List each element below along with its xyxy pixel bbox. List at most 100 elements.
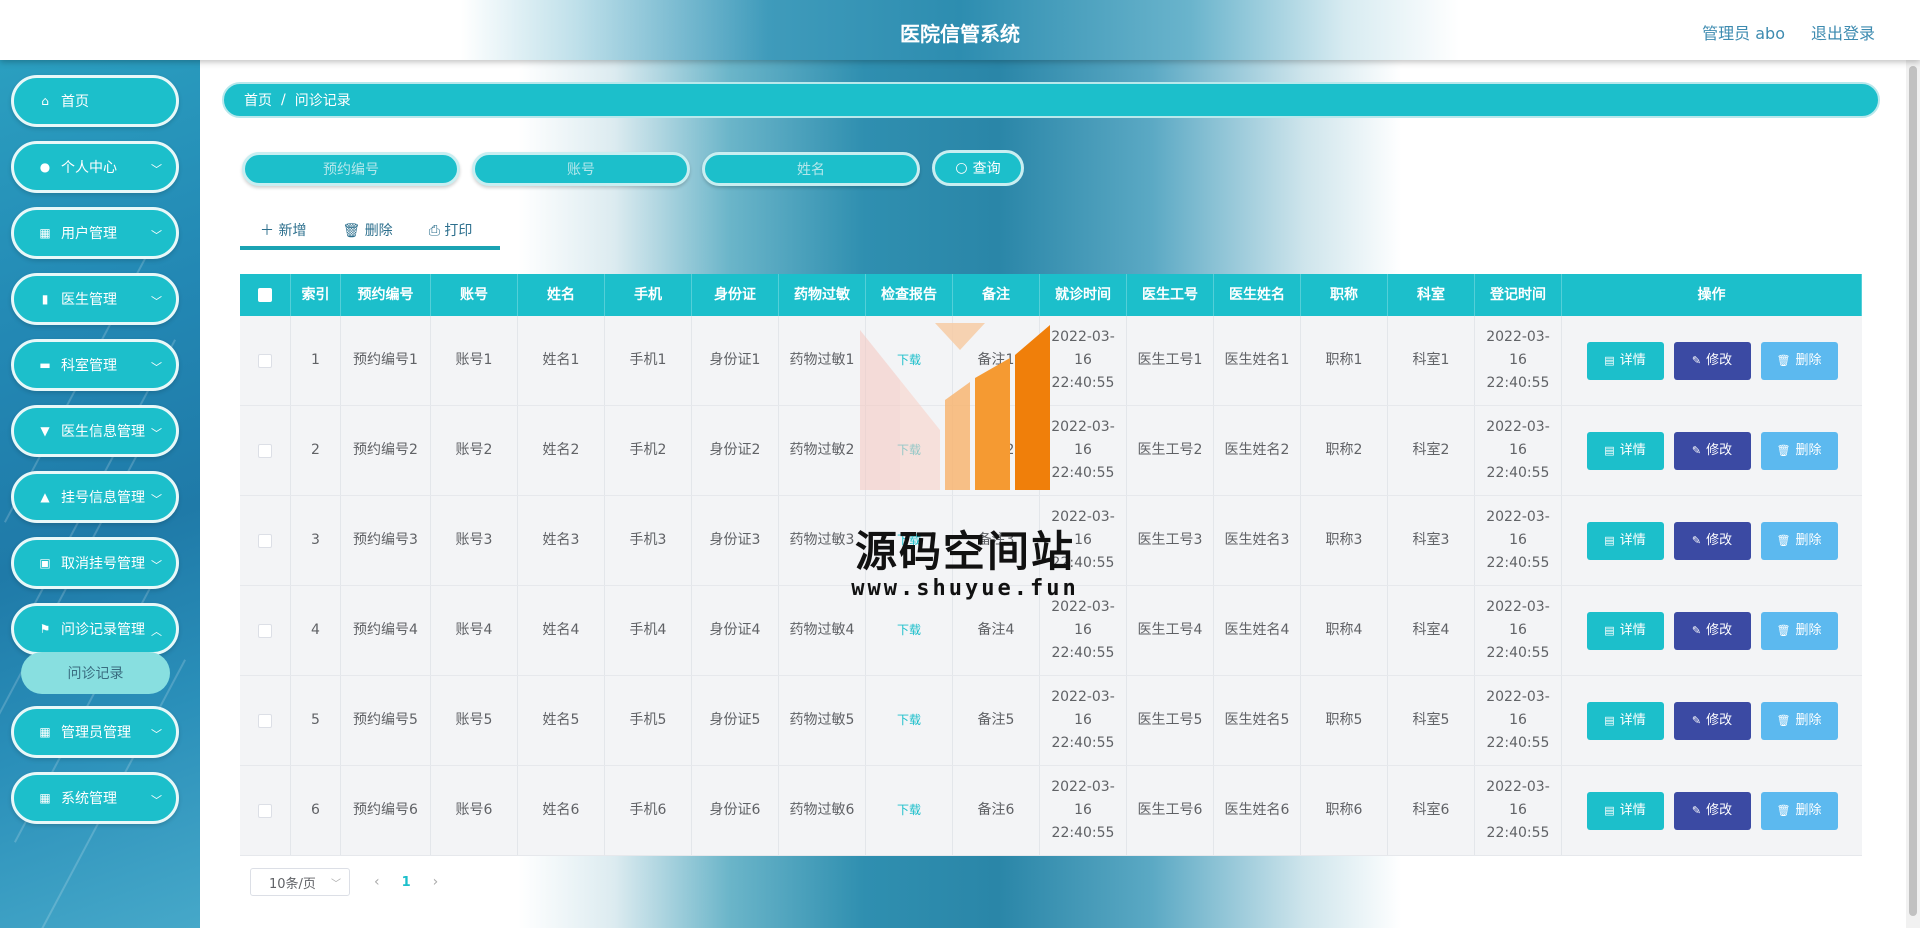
table-cell: 身份证2 bbox=[692, 406, 779, 495]
detail-button-label: 详情 bbox=[1619, 623, 1646, 638]
table-cell: 账号5 bbox=[431, 676, 518, 765]
sidebar-item-label: 挂号信息管理 bbox=[61, 490, 145, 506]
edit-button[interactable]: ✎ 修改 bbox=[1673, 431, 1751, 470]
table-cell: 职称2 bbox=[1301, 406, 1388, 495]
chevron-down-icon: ﹀ bbox=[151, 427, 162, 440]
detail-button[interactable]: ▤ 详情 bbox=[1586, 521, 1664, 560]
search-button[interactable]: ○ 查询 bbox=[932, 150, 1024, 186]
sidebar-item-home[interactable]: ⌂ 首页 bbox=[11, 75, 179, 127]
select-all-checkbox[interactable] bbox=[258, 288, 272, 302]
sidebar-item-admins[interactable]: ▦ 管理员管理 ﹀ bbox=[11, 706, 179, 758]
scrollbar[interactable] bbox=[1906, 60, 1920, 928]
breadcrumb-home[interactable]: 首页 bbox=[244, 90, 272, 110]
detail-button[interactable]: ▤ 详情 bbox=[1586, 431, 1664, 470]
table-cell: 姓名5 bbox=[518, 676, 605, 765]
chevron-down-icon: ﹀ bbox=[151, 559, 162, 572]
report-cell: 下载 bbox=[866, 766, 953, 855]
row-checkbox-cell bbox=[240, 496, 291, 585]
actions-cell: ▤ 详情 ✎ 修改 🗑 删除 bbox=[1562, 316, 1862, 405]
table-cell: 备注5 bbox=[953, 676, 1040, 765]
delete-button[interactable]: 🗑 删除 bbox=[1760, 521, 1838, 560]
sidebar-item-doctors[interactable]: ▮ 医生管理 ﹀ bbox=[11, 273, 179, 325]
detail-button[interactable]: ▤ 详情 bbox=[1586, 791, 1664, 830]
submenu-consultation-records[interactable]: 问诊记录 bbox=[21, 652, 170, 694]
top-header: 医院信管系统 管理员 abo 退出登录 bbox=[0, 0, 1920, 60]
page-size-select[interactable]: 10条/页 ﹀ bbox=[250, 868, 350, 896]
chevron-down-icon: ﹀ bbox=[151, 163, 162, 176]
name-input[interactable]: 姓名 bbox=[702, 152, 920, 186]
pencil-icon: ✎ bbox=[1691, 714, 1702, 727]
table-cell: 姓名2 bbox=[518, 406, 605, 495]
table-cell: 2022-03-16 22:40:55 bbox=[1475, 496, 1562, 585]
detail-button[interactable]: ▤ 详情 bbox=[1586, 701, 1664, 740]
table-cell: 科室3 bbox=[1388, 496, 1475, 585]
delete-button[interactable]: 🗑 删除 bbox=[1760, 611, 1838, 650]
row-checkbox[interactable] bbox=[258, 713, 272, 728]
table-cell: 医生姓名3 bbox=[1214, 496, 1301, 585]
download-link[interactable]: 下载 bbox=[897, 709, 921, 732]
search-icon: ○ bbox=[955, 160, 968, 176]
logout-link[interactable]: 退出登录 bbox=[1811, 20, 1875, 44]
table-header: 索引 预约编号 账号 姓名 手机 身份证 药物过敏 检查报告 备注 就诊时间 医生工号 医生姓名 职称科… bbox=[240, 274, 1862, 316]
sidebar-item-consultation[interactable]: ⚑ 问诊记录管理 ︿ bbox=[11, 603, 179, 655]
table-cell: 医生姓名6 bbox=[1214, 766, 1301, 855]
delete-button[interactable]: 🗑 删除 bbox=[1760, 791, 1838, 830]
delete-button-label: 删除 bbox=[1795, 713, 1822, 728]
appointment-number-input[interactable]: 预约编号 bbox=[242, 152, 460, 186]
table-row: 6 预约编号6 账号6 姓名6 手机6 身份证6 药物过敏6 下载 备注6 2022-03-16 … bbox=[240, 766, 1862, 856]
sidebar-item-users[interactable]: ▦ 用户管理 ﹀ bbox=[11, 207, 179, 259]
table-cell: 1 bbox=[291, 316, 341, 405]
delete-button[interactable]: 🗑 删除 bbox=[1760, 431, 1838, 470]
row-checkbox[interactable] bbox=[258, 803, 272, 818]
sidebar-item-doctor-info[interactable]: ▼ 医生信息管理 ﹀ bbox=[11, 405, 179, 457]
table-cell: 医生工号2 bbox=[1127, 406, 1214, 495]
row-checkbox[interactable] bbox=[258, 443, 272, 458]
table-cell: 医生姓名4 bbox=[1214, 586, 1301, 675]
row-checkbox[interactable] bbox=[258, 353, 272, 368]
chevron-down-icon: ﹀ bbox=[151, 728, 162, 741]
column-header: 医生工号 bbox=[1127, 274, 1214, 316]
sidebar-item-system[interactable]: ▦ 系统管理 ﹀ bbox=[11, 772, 179, 824]
table-cell: 科室5 bbox=[1388, 676, 1475, 765]
actions-cell: ▤ 详情 ✎ 修改 🗑 删除 bbox=[1562, 766, 1862, 855]
watermark-text: 源码空间站 bbox=[854, 527, 1075, 576]
download-link[interactable]: 下载 bbox=[897, 619, 921, 642]
edit-button[interactable]: ✎ 修改 bbox=[1673, 701, 1751, 740]
sidebar-item-personal[interactable]: ● 个人中心 ﹀ bbox=[11, 141, 179, 193]
doc-icon: ▤ bbox=[1604, 444, 1615, 457]
account-input[interactable]: 账号 bbox=[472, 152, 690, 186]
row-checkbox[interactable] bbox=[258, 533, 272, 548]
column-header: 身份证 bbox=[692, 274, 779, 316]
edit-button[interactable]: ✎ 修改 bbox=[1673, 341, 1751, 380]
detail-button[interactable]: ▤ 详情 bbox=[1586, 341, 1664, 380]
column-header: 索引 bbox=[291, 274, 341, 316]
scrollbar-thumb[interactable] bbox=[1909, 66, 1917, 916]
edit-button[interactable]: ✎ 修改 bbox=[1673, 791, 1751, 830]
sidebar-item-cancel-registration[interactable]: ▣ 取消挂号管理 ﹀ bbox=[11, 537, 179, 589]
delete-button[interactable]: 🗑 删除 bbox=[1760, 701, 1838, 740]
actions-cell: ▤ 详情 ✎ 修改 🗑 删除 bbox=[1562, 586, 1862, 675]
delete-button[interactable]: 🗑 删除 bbox=[1760, 341, 1838, 380]
edit-button[interactable]: ✎ 修改 bbox=[1673, 521, 1751, 560]
download-link[interactable]: 下载 bbox=[897, 799, 921, 822]
chevron-down-icon: ﹀ bbox=[151, 794, 162, 807]
sidebar-item-registration[interactable]: ▲ 挂号信息管理 ﹀ bbox=[11, 471, 179, 523]
table-cell: 医生姓名2 bbox=[1214, 406, 1301, 495]
edit-button[interactable]: ✎ 修改 bbox=[1673, 611, 1751, 650]
pencil-icon: ✎ bbox=[1691, 804, 1702, 817]
row-checkbox[interactable] bbox=[258, 623, 272, 638]
pencil-icon: ✎ bbox=[1691, 624, 1702, 637]
briefcase-icon: ▣ bbox=[39, 556, 51, 570]
next-page-button[interactable]: › bbox=[433, 874, 439, 890]
prev-page-button[interactable]: ‹ bbox=[374, 874, 380, 890]
trash-icon: 🗑 bbox=[1776, 804, 1791, 817]
table-cell: 身份证5 bbox=[692, 676, 779, 765]
report-cell: 下载 bbox=[866, 676, 953, 765]
column-header: 医生姓名 bbox=[1214, 274, 1301, 316]
current-page[interactable]: 1 bbox=[402, 875, 411, 890]
detail-button[interactable]: ▤ 详情 bbox=[1586, 611, 1664, 650]
detail-button-label: 详情 bbox=[1619, 533, 1646, 548]
sidebar-item-departments[interactable]: ▬ 科室管理 ﹀ bbox=[11, 339, 179, 391]
table-cell: 手机3 bbox=[605, 496, 692, 585]
table-cell: 医生工号5 bbox=[1127, 676, 1214, 765]
